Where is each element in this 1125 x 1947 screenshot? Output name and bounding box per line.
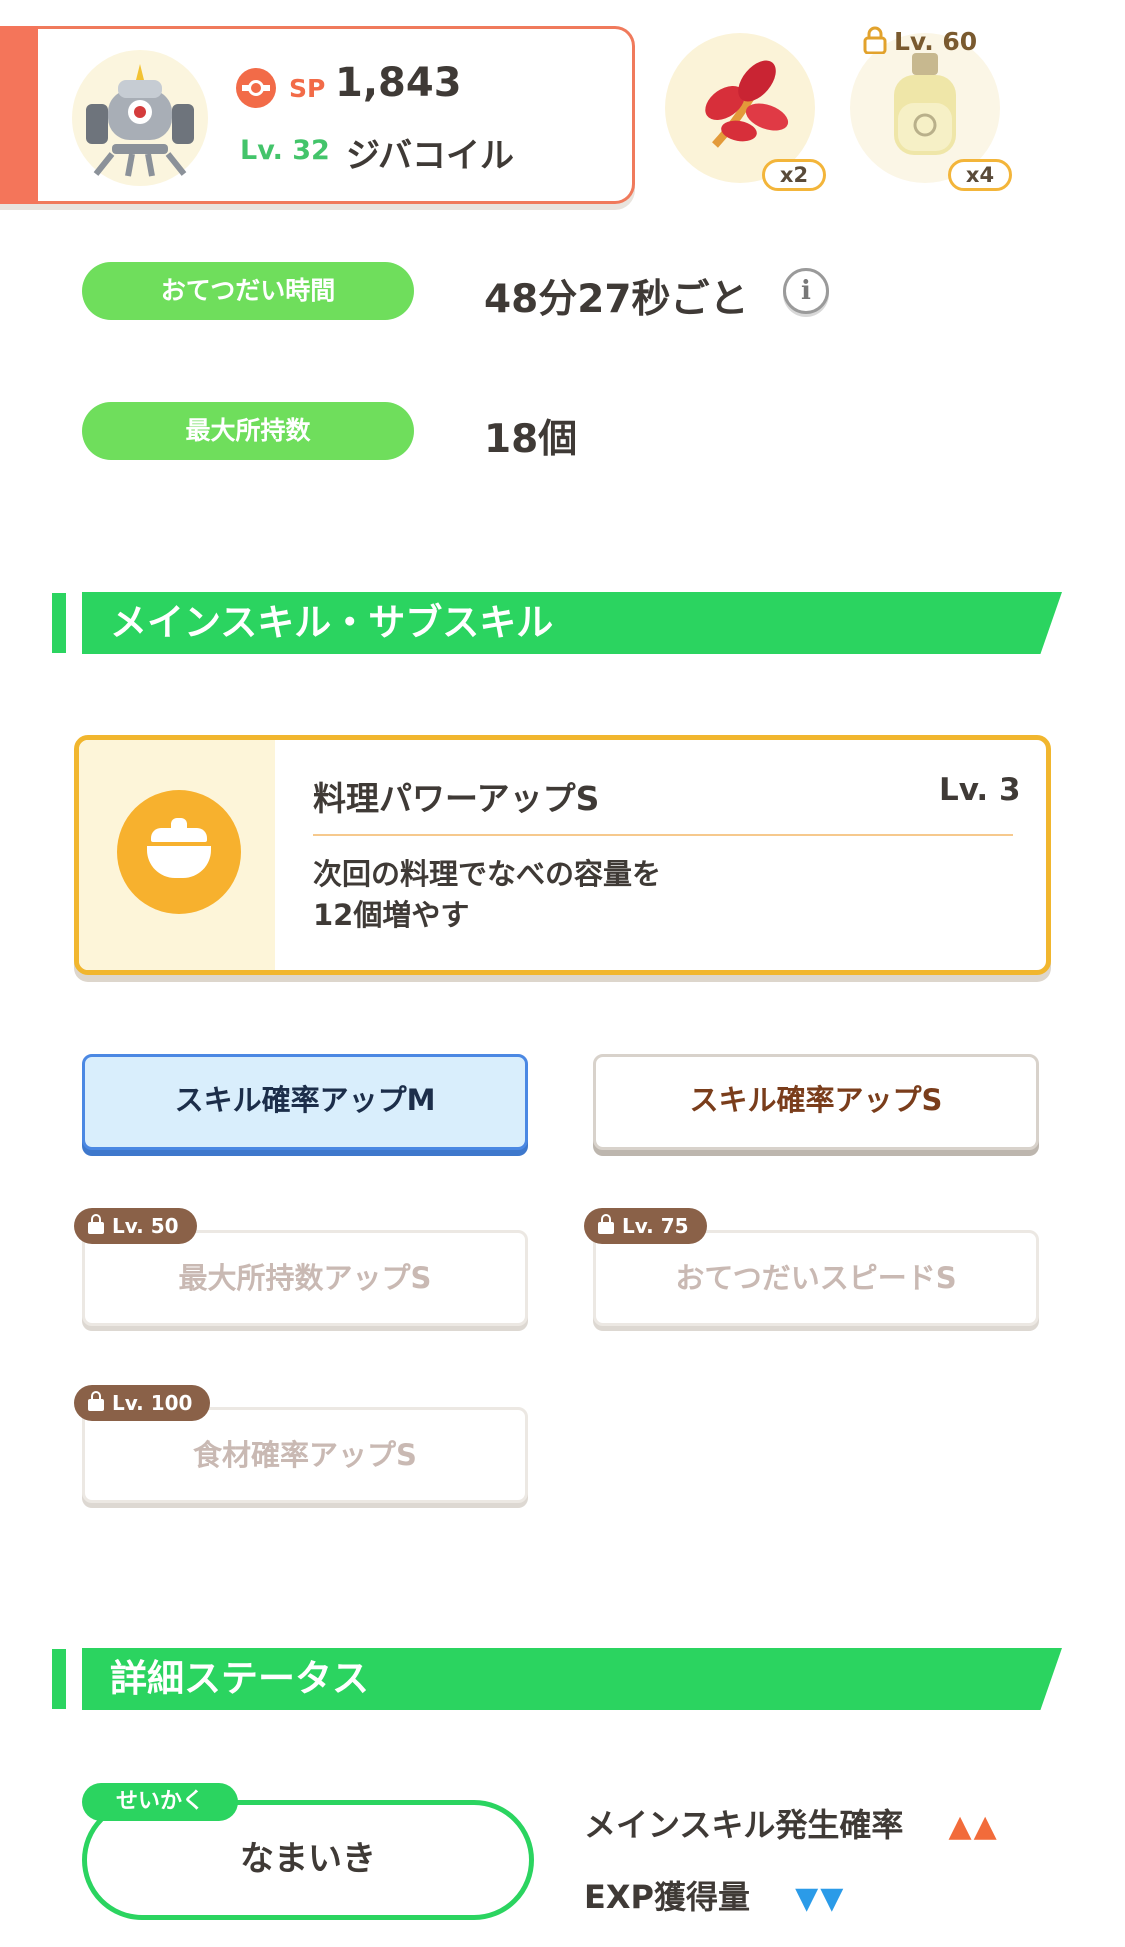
sub-skill-button[interactable]: スキル確率アップS <box>593 1054 1039 1150</box>
max-carry-label: 最大所持数 <box>82 402 414 460</box>
unlock-level-text: Lv. 75 <box>622 1214 689 1238</box>
sp-label: SP <box>289 74 326 103</box>
sub-skill-button-locked[interactable]: 最大所持数アップS <box>82 1230 528 1326</box>
unlock-level-tag: Lv. 50 <box>74 1208 197 1244</box>
section-marker <box>52 1649 66 1709</box>
max-carry-value: 18個 <box>484 417 578 462</box>
up-arrows-icon: ▲▲ <box>948 1809 999 1844</box>
ingredient-count-badge: x4 <box>948 159 1012 191</box>
nature-up-effect-label: メインスキル発生確率 <box>584 1806 904 1844</box>
main-skill-card[interactable]: 料理パワーアップS Lv. 3 次回の料理でなべの容量を 12個増やす <box>74 735 1051 975</box>
main-skill-description: 次回の料理でなべの容量を 12個増やす <box>313 854 993 936</box>
lock-icon <box>88 1213 104 1234</box>
sub-skill-button[interactable]: スキル確率アップM <box>82 1054 528 1150</box>
sp-value: 1,843 <box>335 60 462 106</box>
main-skill-level: Lv. 3 <box>939 772 1021 808</box>
divider <box>313 834 1013 836</box>
nature-down-effect-label: EXP獲得量 <box>584 1878 750 1916</box>
unlock-level-text: Lv. 60 <box>894 27 978 56</box>
lock-icon <box>88 1390 104 1411</box>
pokemon-name: ジバコイル <box>346 136 514 176</box>
cooking-pot-icon <box>117 790 241 914</box>
down-arrows-icon: ▼▼ <box>795 1881 846 1916</box>
help-time-value: 48分27秒ごと <box>484 277 749 322</box>
sub-skill-button-locked[interactable]: おてつだいスピードS <box>593 1230 1039 1326</box>
description-line: 次回の料理でなべの容量を <box>313 857 662 891</box>
nature-down-effect: EXP獲得量 ▼▼ <box>584 1872 845 1918</box>
lock-icon <box>598 1213 614 1234</box>
section-title-details: 詳細ステータス <box>82 1648 1062 1710</box>
section-title-skills: メインスキル・サブスキル <box>82 592 1062 654</box>
unlock-level-text: Lv. 50 <box>112 1214 179 1238</box>
ingredient-count-badge: x2 <box>762 159 826 191</box>
lock-icon <box>862 26 888 60</box>
pokemon-portrait <box>72 50 208 186</box>
nature-tag: せいかく <box>82 1783 238 1821</box>
card-accent-stripe <box>0 26 38 204</box>
ingredient-unlock-level: Lv. 60 <box>862 26 977 60</box>
info-icon[interactable]: i <box>783 268 829 314</box>
help-time-label: おてつだい時間 <box>82 262 414 320</box>
section-marker <box>52 593 66 653</box>
magnezone-icon <box>86 64 194 177</box>
nature-up-effect: メインスキル発生確率 ▲▲ <box>584 1800 999 1846</box>
pokemon-level: Lv. 32 <box>240 135 330 166</box>
main-skill-name: 料理パワーアップS <box>313 779 600 818</box>
unlock-level-tag: Lv. 100 <box>74 1385 211 1421</box>
sp-icon <box>236 68 276 108</box>
unlock-level-tag: Lv. 75 <box>584 1208 707 1244</box>
sub-skill-button-locked[interactable]: 食材確率アップS <box>82 1407 528 1503</box>
description-line: 12個増やす <box>313 898 470 932</box>
unlock-level-text: Lv. 100 <box>112 1391 193 1415</box>
